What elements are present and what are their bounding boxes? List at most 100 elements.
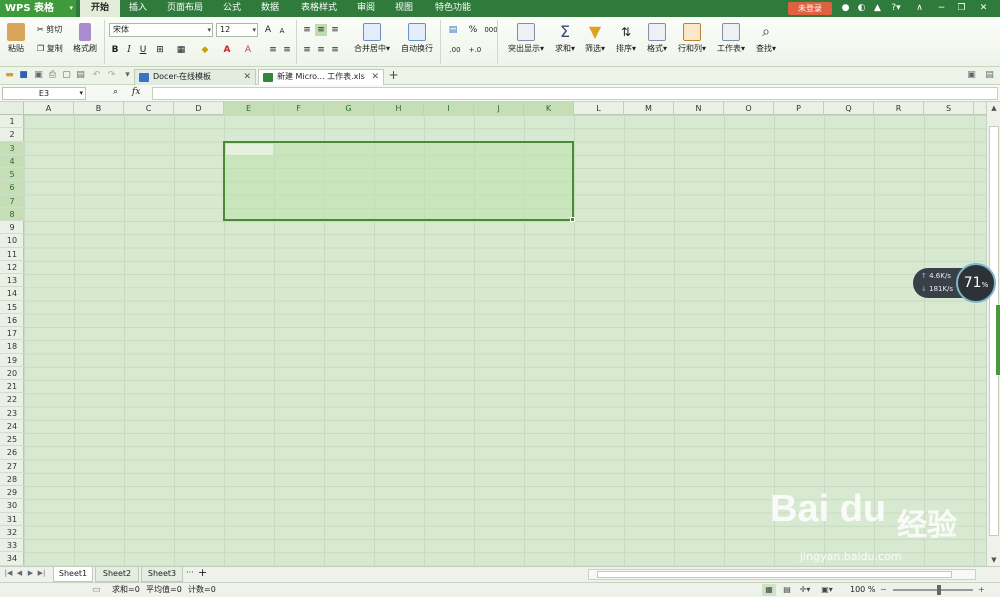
- tab-review[interactable]: 审阅: [350, 0, 382, 17]
- tile-windows-icon[interactable]: ▣: [966, 70, 977, 81]
- row-header-17[interactable]: 17: [0, 327, 24, 341]
- row-header-31[interactable]: 31: [0, 513, 24, 526]
- underline-button[interactable]: U: [137, 44, 149, 56]
- column-header-F[interactable]: F: [274, 102, 324, 115]
- align-left-icon[interactable]: ≡: [301, 44, 313, 56]
- row-header-18[interactable]: 18: [0, 340, 24, 354]
- increase-font-icon[interactable]: A: [262, 24, 274, 36]
- indent-increase-icon[interactable]: ≡: [281, 44, 293, 56]
- tab-data[interactable]: 数据: [254, 0, 286, 17]
- first-sheet-icon[interactable]: |◀: [4, 569, 13, 577]
- row-header-27[interactable]: 27: [0, 460, 24, 473]
- zoom-formula-icon[interactable]: ⌕: [113, 87, 118, 97]
- zoom-level[interactable]: 100 %: [850, 583, 875, 597]
- macro-icon[interactable]: ▭: [92, 583, 101, 597]
- fill-handle[interactable]: [570, 217, 575, 222]
- row-header-19[interactable]: 19: [0, 354, 24, 367]
- italic-button[interactable]: I: [123, 44, 135, 56]
- close-icon[interactable]: ✕: [978, 3, 989, 14]
- memory-usage-dial[interactable]: 71%: [956, 263, 996, 303]
- formula-input[interactable]: [152, 87, 998, 100]
- row-header-7[interactable]: 7: [0, 194, 24, 208]
- row-header-11[interactable]: 11: [0, 248, 24, 261]
- close-icon[interactable]: ✕: [243, 70, 251, 84]
- scroll-up-icon[interactable]: ▲: [987, 104, 1000, 112]
- doc-tab-docer[interactable]: Docer-在线模板 ✕: [134, 69, 256, 85]
- restore-icon[interactable]: ❐: [956, 3, 967, 14]
- pdf-icon[interactable]: ▢: [61, 70, 72, 81]
- decrease-decimal-button[interactable]: +.0: [467, 44, 483, 56]
- wrap-text-button[interactable]: 自动换行: [398, 23, 436, 54]
- row-header-13[interactable]: 13: [0, 274, 24, 288]
- sum-button[interactable]: Σ 求和▾: [552, 23, 578, 54]
- row-header-23[interactable]: 23: [0, 407, 24, 420]
- print-preview-icon[interactable]: ▣: [33, 70, 44, 81]
- font-size-select[interactable]: 12 ▾: [216, 23, 258, 37]
- indent-decrease-icon[interactable]: ≡: [267, 44, 279, 56]
- preview-icon[interactable]: ▤: [75, 70, 86, 81]
- reading-mode-icon[interactable]: ✛▾: [798, 584, 812, 596]
- redo-icon[interactable]: ↷: [106, 70, 117, 81]
- column-header-Q[interactable]: Q: [824, 102, 874, 115]
- align-center-icon[interactable]: ≡: [315, 44, 327, 56]
- paste-button[interactable]: 粘贴: [5, 23, 27, 54]
- row-header-26[interactable]: 26: [0, 446, 24, 460]
- row-header-9[interactable]: 9: [0, 221, 24, 235]
- column-header-E[interactable]: E: [224, 102, 274, 115]
- conditional-format-button[interactable]: 突出显示▾: [504, 23, 548, 54]
- skin-icon[interactable]: ◐: [856, 3, 867, 14]
- row-header-1[interactable]: 1: [0, 115, 24, 129]
- align-bottom-icon[interactable]: ≡: [329, 24, 341, 36]
- row-header-16[interactable]: 16: [0, 314, 24, 327]
- column-header-C[interactable]: C: [124, 102, 174, 115]
- row-header-20[interactable]: 20: [0, 367, 24, 380]
- login-button[interactable]: 未登录: [788, 2, 832, 15]
- row-header-8[interactable]: 8: [0, 207, 24, 221]
- number-format-icon[interactable]: ▤: [447, 24, 459, 36]
- sync-icon[interactable]: ●: [840, 3, 851, 14]
- column-header-G[interactable]: G: [324, 102, 374, 115]
- find-button[interactable]: ⌕ 查找▾: [753, 23, 779, 54]
- sort-button[interactable]: ⇅ 排序▾: [613, 23, 639, 54]
- sheet-tab-3[interactable]: Sheet3: [141, 567, 183, 582]
- row-header-22[interactable]: 22: [0, 393, 24, 407]
- row-header-3[interactable]: 3: [0, 141, 24, 155]
- add-sheet-button[interactable]: +: [198, 566, 207, 579]
- row-header-4[interactable]: 4: [0, 154, 24, 168]
- name-box[interactable]: E3 ▾: [2, 87, 86, 100]
- tab-view[interactable]: 视图: [388, 0, 420, 17]
- row-header-29[interactable]: 29: [0, 486, 24, 500]
- more-sheets-button[interactable]: ···: [186, 568, 194, 577]
- zoom-slider-knob[interactable]: [937, 585, 942, 595]
- shirt-icon[interactable]: ▲: [872, 3, 883, 14]
- side-panel-handle[interactable]: [996, 305, 1000, 375]
- column-header-L[interactable]: L: [574, 102, 624, 115]
- row-header-21[interactable]: 21: [0, 380, 24, 394]
- column-header-N[interactable]: N: [674, 102, 724, 115]
- column-header-H[interactable]: H: [374, 102, 424, 115]
- row-header-25[interactable]: 25: [0, 433, 24, 447]
- align-right-icon[interactable]: ≡: [329, 44, 341, 56]
- last-sheet-icon[interactable]: ▶|: [37, 569, 46, 577]
- row-header-12[interactable]: 12: [0, 261, 24, 274]
- zoom-slider[interactable]: [893, 585, 973, 595]
- cut-button[interactable]: ✂ 剪切: [37, 24, 62, 35]
- decrease-font-icon[interactable]: A: [276, 25, 288, 37]
- column-header-I[interactable]: I: [424, 102, 474, 115]
- row-header-10[interactable]: 10: [0, 234, 24, 248]
- minimize-icon[interactable]: −: [936, 3, 947, 14]
- page-break-view-icon[interactable]: ▤: [780, 584, 794, 596]
- column-header-M[interactable]: M: [624, 102, 674, 115]
- align-top-icon[interactable]: ≡: [301, 24, 313, 36]
- next-sheet-icon[interactable]: ▶: [26, 569, 35, 577]
- clear-format-icon[interactable]: A: [242, 44, 254, 56]
- sheet-tab-1[interactable]: Sheet1: [53, 567, 93, 582]
- doc-tab-workbook[interactable]: 新建 Micro... 工作表.xls ✕: [258, 69, 384, 85]
- column-header-D[interactable]: D: [174, 102, 224, 115]
- row-header-28[interactable]: 28: [0, 473, 24, 486]
- row-header-5[interactable]: 5: [0, 168, 24, 182]
- prev-sheet-icon[interactable]: ◀: [15, 569, 24, 577]
- cell-selection-range[interactable]: [223, 141, 575, 222]
- column-header-O[interactable]: O: [724, 102, 774, 115]
- row-header-6[interactable]: 6: [0, 181, 24, 195]
